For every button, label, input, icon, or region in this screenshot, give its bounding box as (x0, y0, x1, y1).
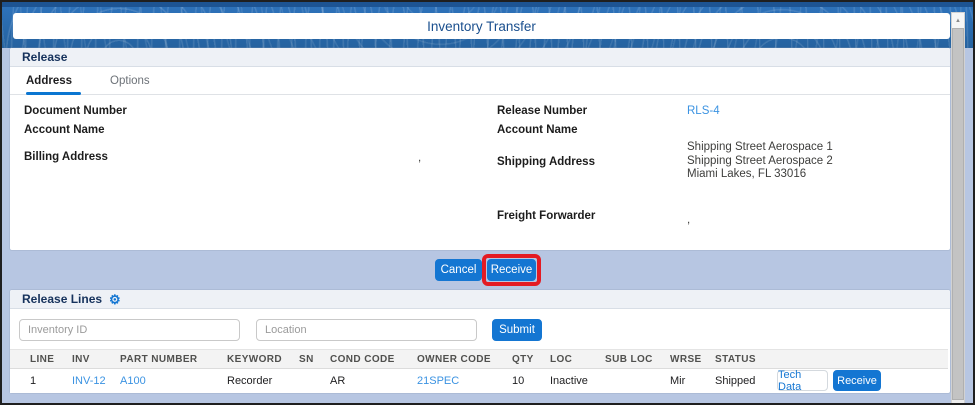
col-header-line: LINE (30, 354, 55, 365)
col-header-keyword: KEYWORD (227, 354, 283, 365)
col-header-inv: INV (72, 354, 90, 365)
tab-options[interactable]: Options (104, 75, 156, 87)
cell-qty: 10 (512, 375, 525, 387)
release-section: Release Address Options Document Number … (10, 48, 950, 250)
cancel-button[interactable]: Cancel (435, 259, 482, 281)
release-tabs: Address Options (10, 67, 950, 95)
inventory-id-input[interactable] (19, 319, 240, 341)
inventory-transfer-screen: Inventory Transfer ▲ Release Address Opt… (0, 0, 975, 405)
location-input[interactable] (256, 319, 477, 341)
account-name-right-label: Account Name (497, 124, 578, 136)
billing-address-label: Billing Address (24, 151, 108, 163)
release-number-label: Release Number (497, 105, 588, 117)
shipping-address-line-1: Shipping Street Aerospace 1 (687, 141, 833, 153)
gear-icon[interactable]: ⚙ (109, 293, 121, 306)
receive-button[interactable]: Receive (487, 259, 536, 281)
release-lines-title: Release Lines (22, 292, 103, 306)
col-header-sub-loc: SUB LOC (605, 354, 653, 365)
release-lines-section: Release Lines ⚙ Submit LINE INV PART NUM… (10, 290, 950, 393)
cell-part-number-link[interactable]: A100 (120, 375, 146, 387)
shipping-address-line-3: Miami Lakes, FL 33016 (687, 168, 807, 180)
cell-inv-link[interactable]: INV-12 (72, 375, 106, 387)
cell-keyword: Recorder (227, 375, 273, 387)
table-row: 1 INV-12 A100 Recorder AR 21SPEC 10 Inac… (10, 369, 948, 393)
scrollbar-up-arrow-icon[interactable]: ▲ (952, 13, 964, 28)
col-header-status: STATUS (715, 354, 756, 365)
tech-data-button[interactable]: Tech Data (777, 369, 828, 393)
tab-address[interactable]: Address (20, 75, 78, 87)
release-section-header: Release (10, 48, 950, 67)
cell-status: Shipped (715, 375, 756, 387)
lines-table-header: LINE INV PART NUMBER KEYWORD SN COND COD… (10, 349, 948, 369)
shipping-address-label: Shipping Address (497, 156, 595, 168)
shipping-address-value: Shipping Street Aerospace 1 Shipping Str… (687, 141, 833, 182)
col-header-sn: SN (299, 354, 314, 365)
col-header-loc: LOC (550, 354, 573, 365)
release-section-title: Release (22, 50, 68, 64)
col-header-qty: QTY (512, 354, 534, 365)
page-title: Inventory Transfer (13, 13, 950, 39)
cell-cond-code: AR (330, 375, 346, 387)
cell-line: 1 (30, 375, 37, 387)
col-header-cond-code: COND CODE (330, 354, 395, 365)
document-number-label: Document Number (24, 105, 127, 117)
row-receive-button[interactable]: Receive (833, 370, 881, 391)
cell-owner-code-link[interactable]: 21SPEC (417, 375, 459, 387)
col-header-part-number: PART NUMBER (120, 354, 198, 365)
cell-wrse: Mir (670, 375, 686, 387)
submit-button[interactable]: Submit (492, 319, 542, 341)
active-tab-underline (26, 92, 81, 95)
col-header-wrse: WRSE (670, 354, 702, 365)
freight-forwarder-label: Freight Forwarder (497, 210, 596, 222)
shipping-address-line-2: Shipping Street Aerospace 2 (687, 154, 833, 167)
scrollbar-thumb[interactable] (952, 28, 964, 400)
freight-forwarder-value: , (687, 214, 691, 226)
header-top-line (2, 2, 973, 7)
vertical-scrollbar[interactable]: ▲ (951, 12, 965, 403)
release-number-link[interactable]: RLS-4 (687, 105, 720, 117)
release-lines-header: Release Lines ⚙ (10, 290, 950, 309)
billing-address-value: , (418, 152, 422, 164)
cell-loc: Inactive (550, 375, 588, 387)
col-header-owner-code: OWNER CODE (417, 354, 491, 365)
receive-button-highlight: Receive (482, 254, 541, 286)
account-name-left-label: Account Name (24, 124, 105, 136)
